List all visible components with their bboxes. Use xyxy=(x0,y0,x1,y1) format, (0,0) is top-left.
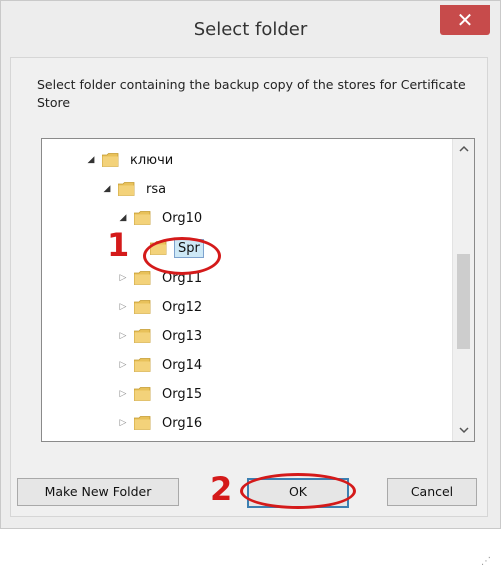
title-bar: Select folder ✕ xyxy=(1,1,500,57)
expanded-arrow-icon[interactable]: ◢ xyxy=(102,184,112,194)
collapsed-arrow-icon[interactable]: ▷ xyxy=(118,331,128,341)
tree-item-org14[interactable]: ▷ Org14 xyxy=(118,353,206,377)
collapsed-arrow-icon[interactable]: ▷ xyxy=(118,418,128,428)
folder-icon xyxy=(134,300,151,314)
tree-item-org15[interactable]: ▷ Org15 xyxy=(118,382,206,406)
scrollbar-thumb[interactable] xyxy=(457,254,470,349)
folder-icon xyxy=(134,211,151,225)
annotation-ellipse-ok xyxy=(240,473,356,509)
make-new-folder-button[interactable]: Make New Folder xyxy=(17,478,179,506)
annotation-ellipse-spr xyxy=(143,237,221,275)
close-button[interactable]: ✕ xyxy=(440,5,490,35)
tree-item-label: Org15 xyxy=(162,386,203,402)
annotation-marker-2: 2 xyxy=(210,470,233,508)
folder-icon xyxy=(134,416,151,430)
resize-grip-icon[interactable]: ⋰ xyxy=(481,556,495,570)
tree-item-org16[interactable]: ▷ Org16 xyxy=(118,411,206,435)
folder-tree[interactable]: ◢ ключи ◢ rsa ◢ Org10 Spr ▷ Org11 ▷ Org1… xyxy=(41,138,475,442)
tree-item-label: Org13 xyxy=(162,328,203,344)
vertical-scrollbar[interactable] xyxy=(452,139,474,441)
expanded-arrow-icon[interactable]: ◢ xyxy=(118,213,128,223)
tree-item-org10[interactable]: ◢ Org10 xyxy=(118,206,206,230)
folder-icon xyxy=(134,329,151,343)
collapsed-arrow-icon[interactable]: ▷ xyxy=(118,389,128,399)
tree-item-label: Org10 xyxy=(162,210,203,226)
tree-item-label: Org12 xyxy=(162,299,203,315)
tree-item-klyuchi[interactable]: ◢ ключи xyxy=(86,148,177,172)
cancel-button[interactable]: Cancel xyxy=(387,478,477,506)
dialog-description: Select folder containing the backup copy… xyxy=(37,77,466,110)
dialog-body: Select folder containing the backup copy… xyxy=(10,57,491,567)
folder-icon xyxy=(134,358,151,372)
collapsed-arrow-icon[interactable]: ▷ xyxy=(118,360,128,370)
folder-icon xyxy=(118,182,135,196)
tree-item-label: ключи xyxy=(130,152,174,168)
dialog-title: Select folder xyxy=(193,19,308,40)
close-icon: ✕ xyxy=(456,8,474,32)
folder-icon xyxy=(134,387,151,401)
chevron-up-icon[interactable] xyxy=(453,139,474,159)
collapsed-arrow-icon[interactable]: ▷ xyxy=(118,302,128,312)
tree-item-label: Org14 xyxy=(162,357,203,373)
folder-icon xyxy=(102,153,119,167)
tree-item-org12[interactable]: ▷ Org12 xyxy=(118,295,206,319)
folder-icon xyxy=(134,271,151,285)
tree-item-label: rsa xyxy=(146,181,167,197)
tree-item-org13[interactable]: ▷ Org13 xyxy=(118,324,206,348)
tree-item-rsa[interactable]: ◢ rsa xyxy=(102,177,170,201)
select-folder-dialog: Select folder ✕ Select folder containing… xyxy=(0,0,501,567)
annotation-marker-1: 1 xyxy=(107,226,130,264)
tree-item-label: Org16 xyxy=(162,415,203,431)
chevron-down-icon[interactable] xyxy=(453,421,474,441)
expanded-arrow-icon[interactable]: ◢ xyxy=(86,155,96,165)
collapsed-arrow-icon[interactable]: ▷ xyxy=(118,273,128,283)
